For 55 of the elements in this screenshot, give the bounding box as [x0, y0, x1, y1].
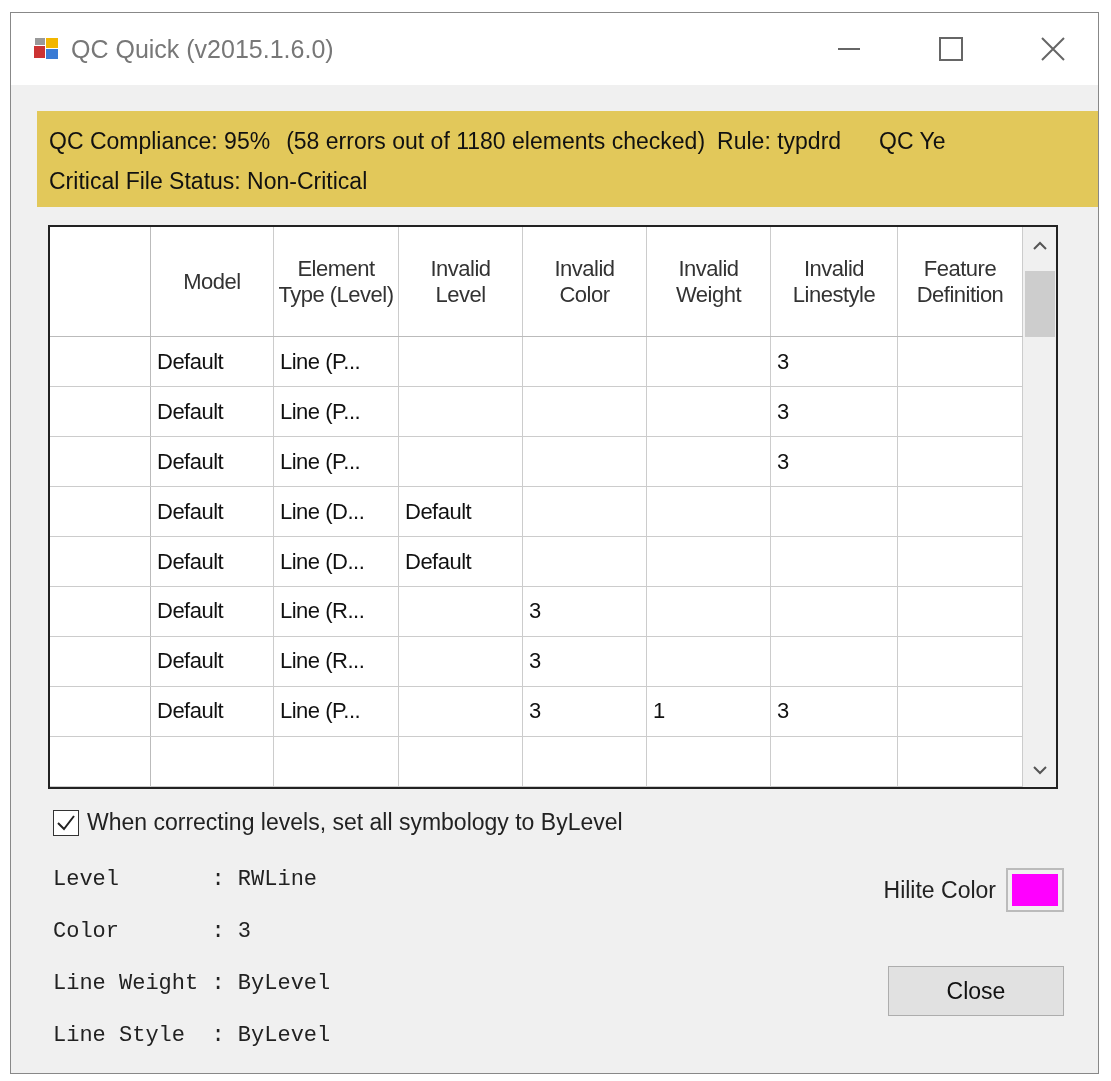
symbology-checkbox[interactable] [53, 809, 79, 836]
table-cell: 3 [771, 387, 898, 437]
table-cell: Default [151, 686, 274, 736]
status-text: QC Compliance: 95% [49, 127, 271, 155]
column-header[interactable]: Model [151, 227, 274, 337]
table-cell: 3 [523, 587, 647, 636]
table-cell: Default [399, 537, 523, 586]
scroll-down-icon[interactable] [1031, 765, 1048, 775]
table-cell: Default [151, 537, 274, 586]
table-cell: Default [151, 637, 274, 686]
table-cell: Line (P... [274, 437, 399, 487]
status-text: Rule: typdrd [717, 127, 842, 155]
hilite-label: Hilite Color [883, 876, 996, 904]
checkbox-label: When correcting levels, set all symbology to ByLevel [87, 809, 623, 836]
table-cell: Default [151, 587, 274, 636]
column-header[interactable]: Invalid Weight [647, 227, 771, 337]
table-cell: Line (P... [274, 387, 399, 437]
minimize-icon [838, 48, 860, 50]
table-cell: 3 [523, 637, 647, 686]
window-title: QC Quick (v2015.1.6.0) [71, 34, 335, 64]
table-cell: Line (P... [274, 686, 399, 736]
color-swatch[interactable] [1006, 868, 1064, 912]
status-text: (58 errors out of 1180 elements checked) [286, 127, 706, 155]
table-cell: Default [151, 387, 274, 437]
column-header[interactable]: Invalid Linestyle [771, 227, 898, 337]
table-cell: Line (R... [274, 637, 399, 686]
table-cell: 3 [771, 686, 898, 736]
table-cell: 3 [771, 337, 898, 387]
close-icon [1041, 37, 1065, 61]
scroll-thumb[interactable] [1024, 271, 1055, 337]
detail-line: Line Style : ByLevel [53, 1021, 332, 1050]
table-cell: 1 [647, 686, 771, 736]
table-cell: Line (D... [274, 537, 399, 586]
file-status-text: Critical File Status: Non-Critical [49, 167, 368, 195]
table-cell: Default [151, 487, 274, 536]
table-cell: Default [399, 487, 523, 536]
table-cell: 3 [523, 686, 647, 736]
table-cell: Line (P... [274, 337, 399, 387]
table-cell: Line (D... [274, 487, 399, 536]
vertical-scrollbar[interactable] [1023, 227, 1056, 787]
app-icon [33, 36, 59, 62]
detail-line: Level : RWLine [53, 865, 319, 894]
scroll-up-icon[interactable] [1031, 241, 1048, 251]
detail-line: Line Weight : ByLevel [53, 969, 332, 998]
detail-line: Color : 3 [53, 917, 253, 946]
close-button[interactable]: Close [888, 966, 1064, 1016]
table-cell: Line (R... [274, 587, 399, 636]
column-header[interactable]: Element Type (Level) [274, 227, 399, 337]
column-header[interactable]: Invalid Color [523, 227, 647, 337]
table-cell: Default [151, 337, 274, 387]
table-cell: 3 [771, 437, 898, 487]
status-text: QC Ye [879, 127, 946, 155]
table-cell: Default [151, 437, 274, 487]
maximize-icon [939, 37, 963, 61]
column-header[interactable]: Invalid Level [399, 227, 523, 337]
